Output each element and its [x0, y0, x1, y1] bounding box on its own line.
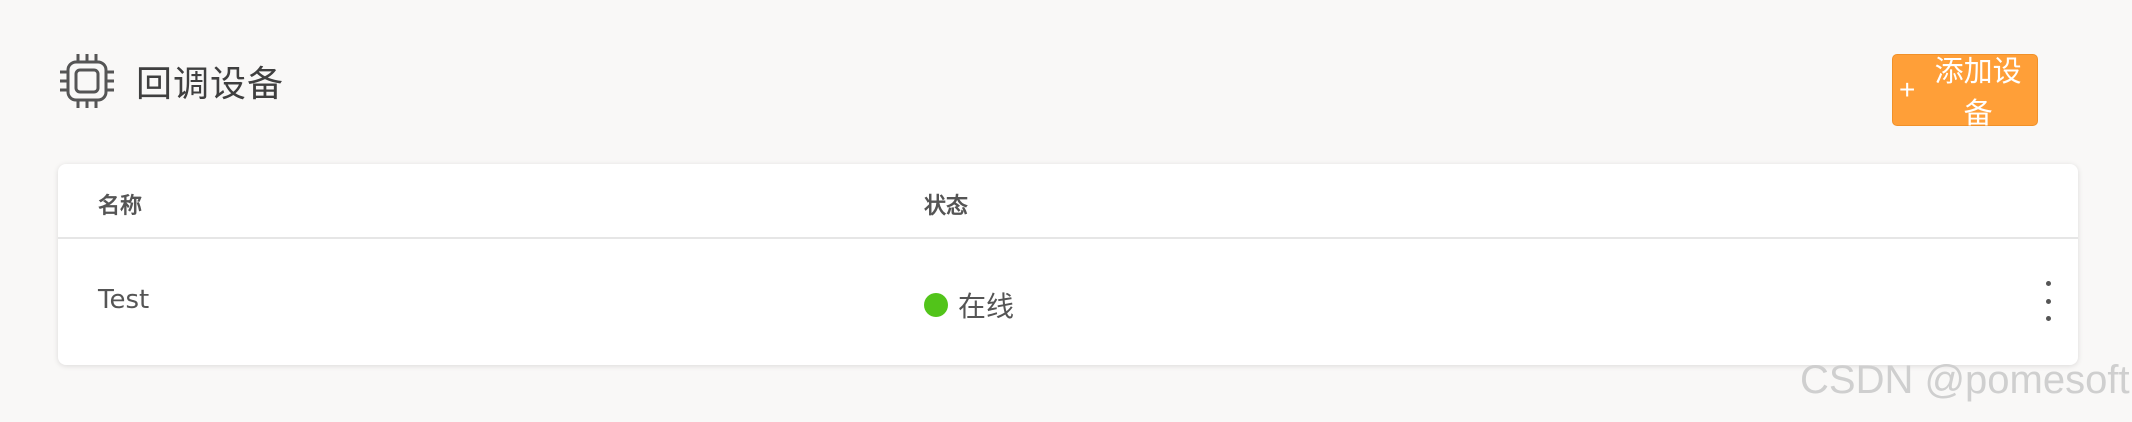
more-actions-button[interactable] — [2038, 281, 2058, 321]
more-dot-icon — [2045, 298, 2051, 304]
more-dot-icon — [2045, 316, 2051, 321]
device-name: Test — [98, 285, 150, 315]
status-label: 在线 — [958, 290, 1015, 323]
table-header: 名称 状态 — [58, 164, 2078, 239]
add-device-button[interactable]: + 添加设备 — [1892, 54, 2038, 130]
column-status: 状态 — [924, 194, 969, 219]
plus-icon: + — [1899, 74, 1916, 105]
devices-table: 名称 状态 Test 在线 — [58, 164, 2078, 365]
page-header: 回调设备 — [58, 52, 284, 110]
page-title: 回调设备 — [136, 64, 285, 105]
chip-icon — [60, 54, 114, 108]
add-device-label: 添加设备 — [1934, 56, 2022, 130]
more-dot-icon — [2045, 281, 2051, 286]
table-row[interactable]: Test 在线 — [58, 239, 2078, 365]
device-status: 在线 — [924, 285, 1014, 325]
status-online-icon — [924, 293, 948, 317]
column-name: 名称 — [98, 194, 143, 219]
watermark: CSDN @pomesoft — [1800, 358, 2130, 402]
